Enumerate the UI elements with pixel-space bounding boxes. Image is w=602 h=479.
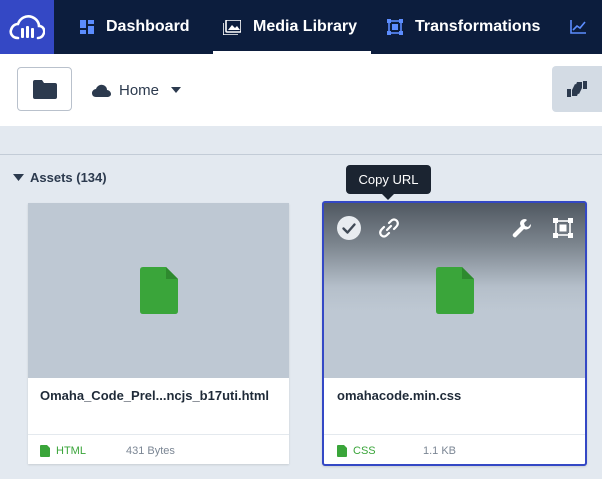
toolbar: Home	[0, 54, 602, 126]
breadcrumb-home: Home	[119, 81, 160, 99]
asset-type: HTML	[56, 445, 86, 457]
asset-meta: HTML 431 Bytes	[40, 444, 175, 458]
card-divider	[324, 434, 585, 435]
top-nav: Dashboard Media Library Transformations	[0, 0, 602, 54]
nav-media-library[interactable]: Media Library	[212, 0, 372, 54]
nav-transformations[interactable]: Transformations	[387, 0, 540, 54]
copy-url-button[interactable]	[377, 216, 401, 240]
asset-filename: Omaha_Code_Prel...ncjs_b17uti.html	[40, 388, 270, 403]
file-type-icon	[337, 445, 347, 457]
folder-button[interactable]	[17, 67, 72, 111]
section-divider	[0, 154, 602, 155]
card-divider	[28, 434, 289, 435]
asset-card[interactable]: Omaha_Code_Prel...ncjs_b17uti.html HTML …	[28, 203, 289, 464]
collapse-triangle-icon	[13, 173, 24, 181]
file-icon	[139, 267, 178, 314]
assets-count-label: Assets (134)	[30, 169, 107, 185]
copy-url-tooltip: Copy URL	[346, 165, 431, 200]
file-icon	[435, 267, 474, 314]
dashboard-icon	[80, 20, 94, 34]
feedback-button[interactable]	[552, 66, 602, 112]
asset-thumbnail[interactable]	[28, 203, 289, 378]
transformations-icon	[387, 19, 403, 35]
cloudinary-logo[interactable]	[0, 0, 54, 54]
assets-header[interactable]: Assets (134)	[13, 168, 107, 186]
asset-meta: CSS 1.1 KB	[337, 444, 456, 458]
thumbs-icon	[567, 81, 587, 97]
nav-dashboard[interactable]: Dashboard	[80, 0, 190, 54]
asset-size: 1.1 KB	[423, 445, 457, 457]
file-type-icon	[40, 445, 50, 457]
breadcrumb[interactable]: Home	[92, 74, 182, 106]
select-checkbox[interactable]	[337, 216, 361, 240]
asset-card-selected[interactable]: omahacode.min.css CSS 1.1 KB	[322, 201, 587, 466]
link-icon	[379, 218, 399, 238]
transform-button[interactable]	[552, 217, 574, 239]
folder-icon	[32, 79, 57, 99]
media-library-icon	[223, 19, 241, 35]
wrench-icon	[512, 219, 531, 238]
checkmark-circle-icon	[337, 216, 361, 240]
nav-media-library-label: Media Library	[253, 18, 358, 35]
asset-size: 431 Bytes	[126, 445, 175, 457]
asset-thumbnail[interactable]	[324, 203, 585, 378]
reports-icon	[570, 20, 586, 34]
nav-dashboard-label: Dashboard	[106, 18, 190, 35]
nav-transformations-label: Transformations	[415, 18, 541, 35]
nav-reports[interactable]	[570, 0, 598, 54]
edit-button[interactable]	[511, 217, 533, 239]
asset-filename: omahacode.min.css	[337, 388, 462, 403]
cloud-logo-icon	[9, 15, 45, 40]
chevron-down-icon[interactable]	[171, 87, 182, 93]
transform-icon	[553, 218, 573, 238]
asset-type: CSS	[353, 445, 376, 457]
cloud-icon	[92, 84, 111, 97]
